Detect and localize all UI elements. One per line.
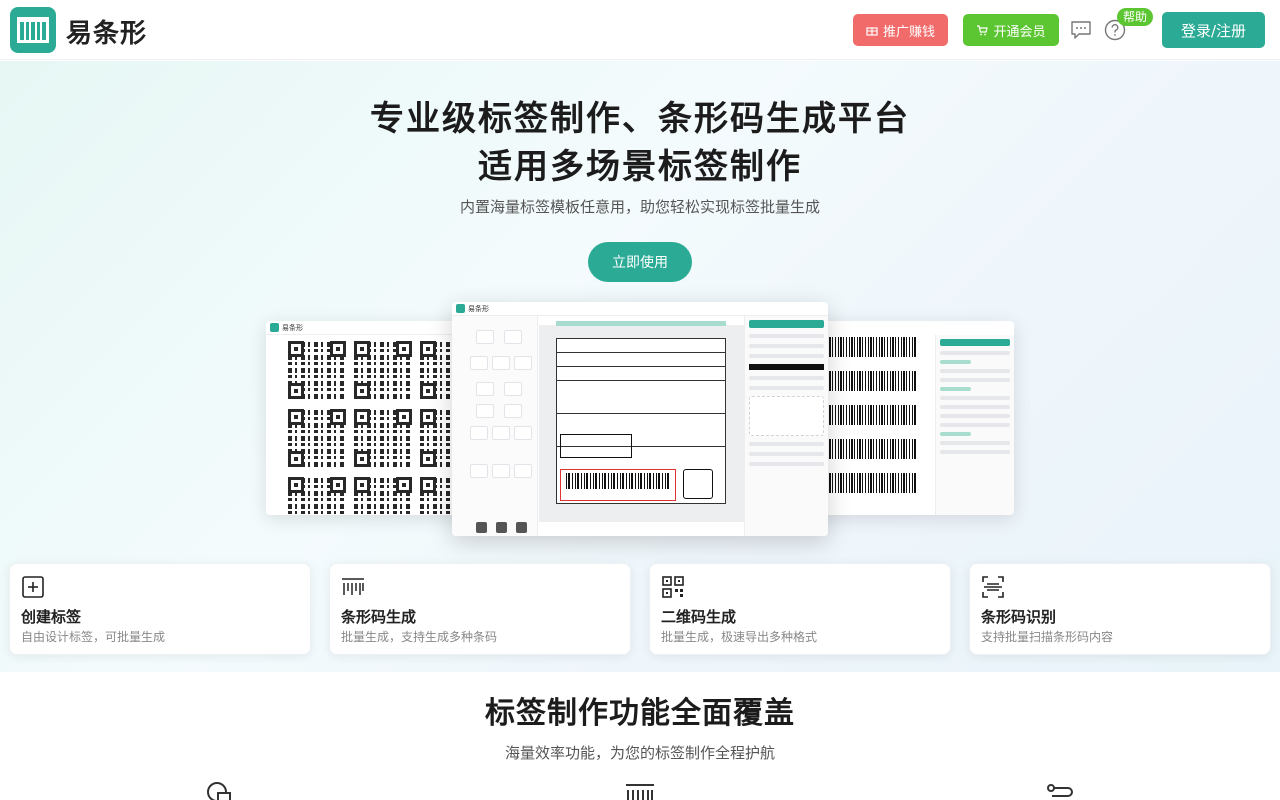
- barcode-image: [857, 473, 917, 499]
- feature-title: 条形码识别: [981, 608, 1057, 626]
- vip-button[interactable]: 开通会员: [963, 14, 1059, 46]
- qrcode-image: [288, 341, 346, 399]
- qrcode-image: [354, 341, 412, 399]
- label-sample: [556, 338, 726, 504]
- feature-card-qrcode-generate[interactable]: 二维码生成 批量生成，极速导出多种格式: [649, 563, 951, 655]
- barcode-image: [857, 405, 917, 431]
- promo-label: 推广赚钱: [882, 24, 935, 40]
- barcode-icon: [626, 784, 654, 800]
- package-icon: [683, 469, 713, 499]
- feature-desc: 支持批量扫描条形码内容: [981, 630, 1114, 644]
- feature-card-barcode-scan[interactable]: 条形码识别 支持批量扫描条形码内容: [969, 563, 1271, 655]
- upload-area: [749, 396, 824, 436]
- route-icon: [1047, 784, 1073, 797]
- preview-brand: 易条形: [282, 323, 303, 332]
- barcode-image: [857, 439, 917, 465]
- qrcode-image: [288, 409, 346, 467]
- feature-title: 二维码生成: [661, 608, 737, 626]
- help-badge[interactable]: 帮助: [1117, 8, 1154, 26]
- feature-card-create-label[interactable]: 创建标签 自由设计标签，可批量生成: [9, 563, 311, 655]
- editor-canvas: [539, 326, 744, 522]
- feature-desc: 批量生成，极速导出多种格式: [661, 630, 818, 644]
- cart-icon: [977, 25, 989, 36]
- barcode-settings-panel: [935, 335, 1014, 515]
- feature-desc: 批量生成，支持生成多种条码: [341, 630, 498, 644]
- barcode-preview-screen: [815, 321, 1014, 515]
- barcode-image: [857, 371, 917, 397]
- shapes-icon: [207, 782, 231, 800]
- feature-desc: 自由设计标签，可批量生成: [21, 630, 166, 644]
- mini-logo-icon: [456, 304, 465, 313]
- plus-square-icon: [22, 576, 44, 598]
- hero-subtitle: 内置海量标签模板任意用，助您轻松实现标签批量生成: [459, 198, 820, 216]
- qrcode-icon: [662, 576, 684, 598]
- qrcode-preview-screen: 易条形: [266, 321, 466, 515]
- editor-toolbox: [452, 316, 538, 536]
- section-title: 标签制作功能全面覆盖: [485, 696, 795, 731]
- qrcode-image: [354, 477, 412, 515]
- label-editor-preview-screen: 易条形: [452, 302, 828, 536]
- feature-title: 创建标签: [21, 608, 82, 626]
- brand-name[interactable]: 易条形: [66, 13, 147, 50]
- mini-logo-icon: [270, 323, 279, 332]
- vip-label: 开通会员: [993, 24, 1046, 40]
- barcode-image: [857, 337, 917, 363]
- qrcode-image: [354, 409, 412, 467]
- login-button[interactable]: 登录/注册: [1162, 12, 1265, 48]
- hero-title-line1: 专业级标签制作、条形码生成平台: [370, 99, 910, 139]
- message-icon[interactable]: [1070, 20, 1092, 40]
- logo-icon[interactable]: [10, 7, 56, 53]
- section-subtitle: 海量效率功能，为您的标签制作全程护航: [504, 744, 775, 762]
- feature-card-barcode-generate[interactable]: 条形码生成 批量生成，支持生成多种条码: [329, 563, 631, 655]
- preview-brand: 易条形: [468, 304, 489, 313]
- use-now-button[interactable]: 立即使用: [588, 242, 692, 282]
- gift-icon: [866, 27, 878, 36]
- qrcode-image: [288, 477, 346, 515]
- top-header: 易条形 推广赚钱 开通会员 帮助 登录/注册: [0, 0, 1280, 60]
- feature-title: 条形码生成: [341, 608, 417, 626]
- barcode-icon: [342, 578, 364, 595]
- promo-button[interactable]: 推广赚钱: [853, 14, 948, 46]
- editor-properties-panel: [744, 316, 828, 536]
- scan-icon: [982, 576, 1004, 598]
- hero-title-line2: 适用多场景标签制作: [478, 147, 802, 187]
